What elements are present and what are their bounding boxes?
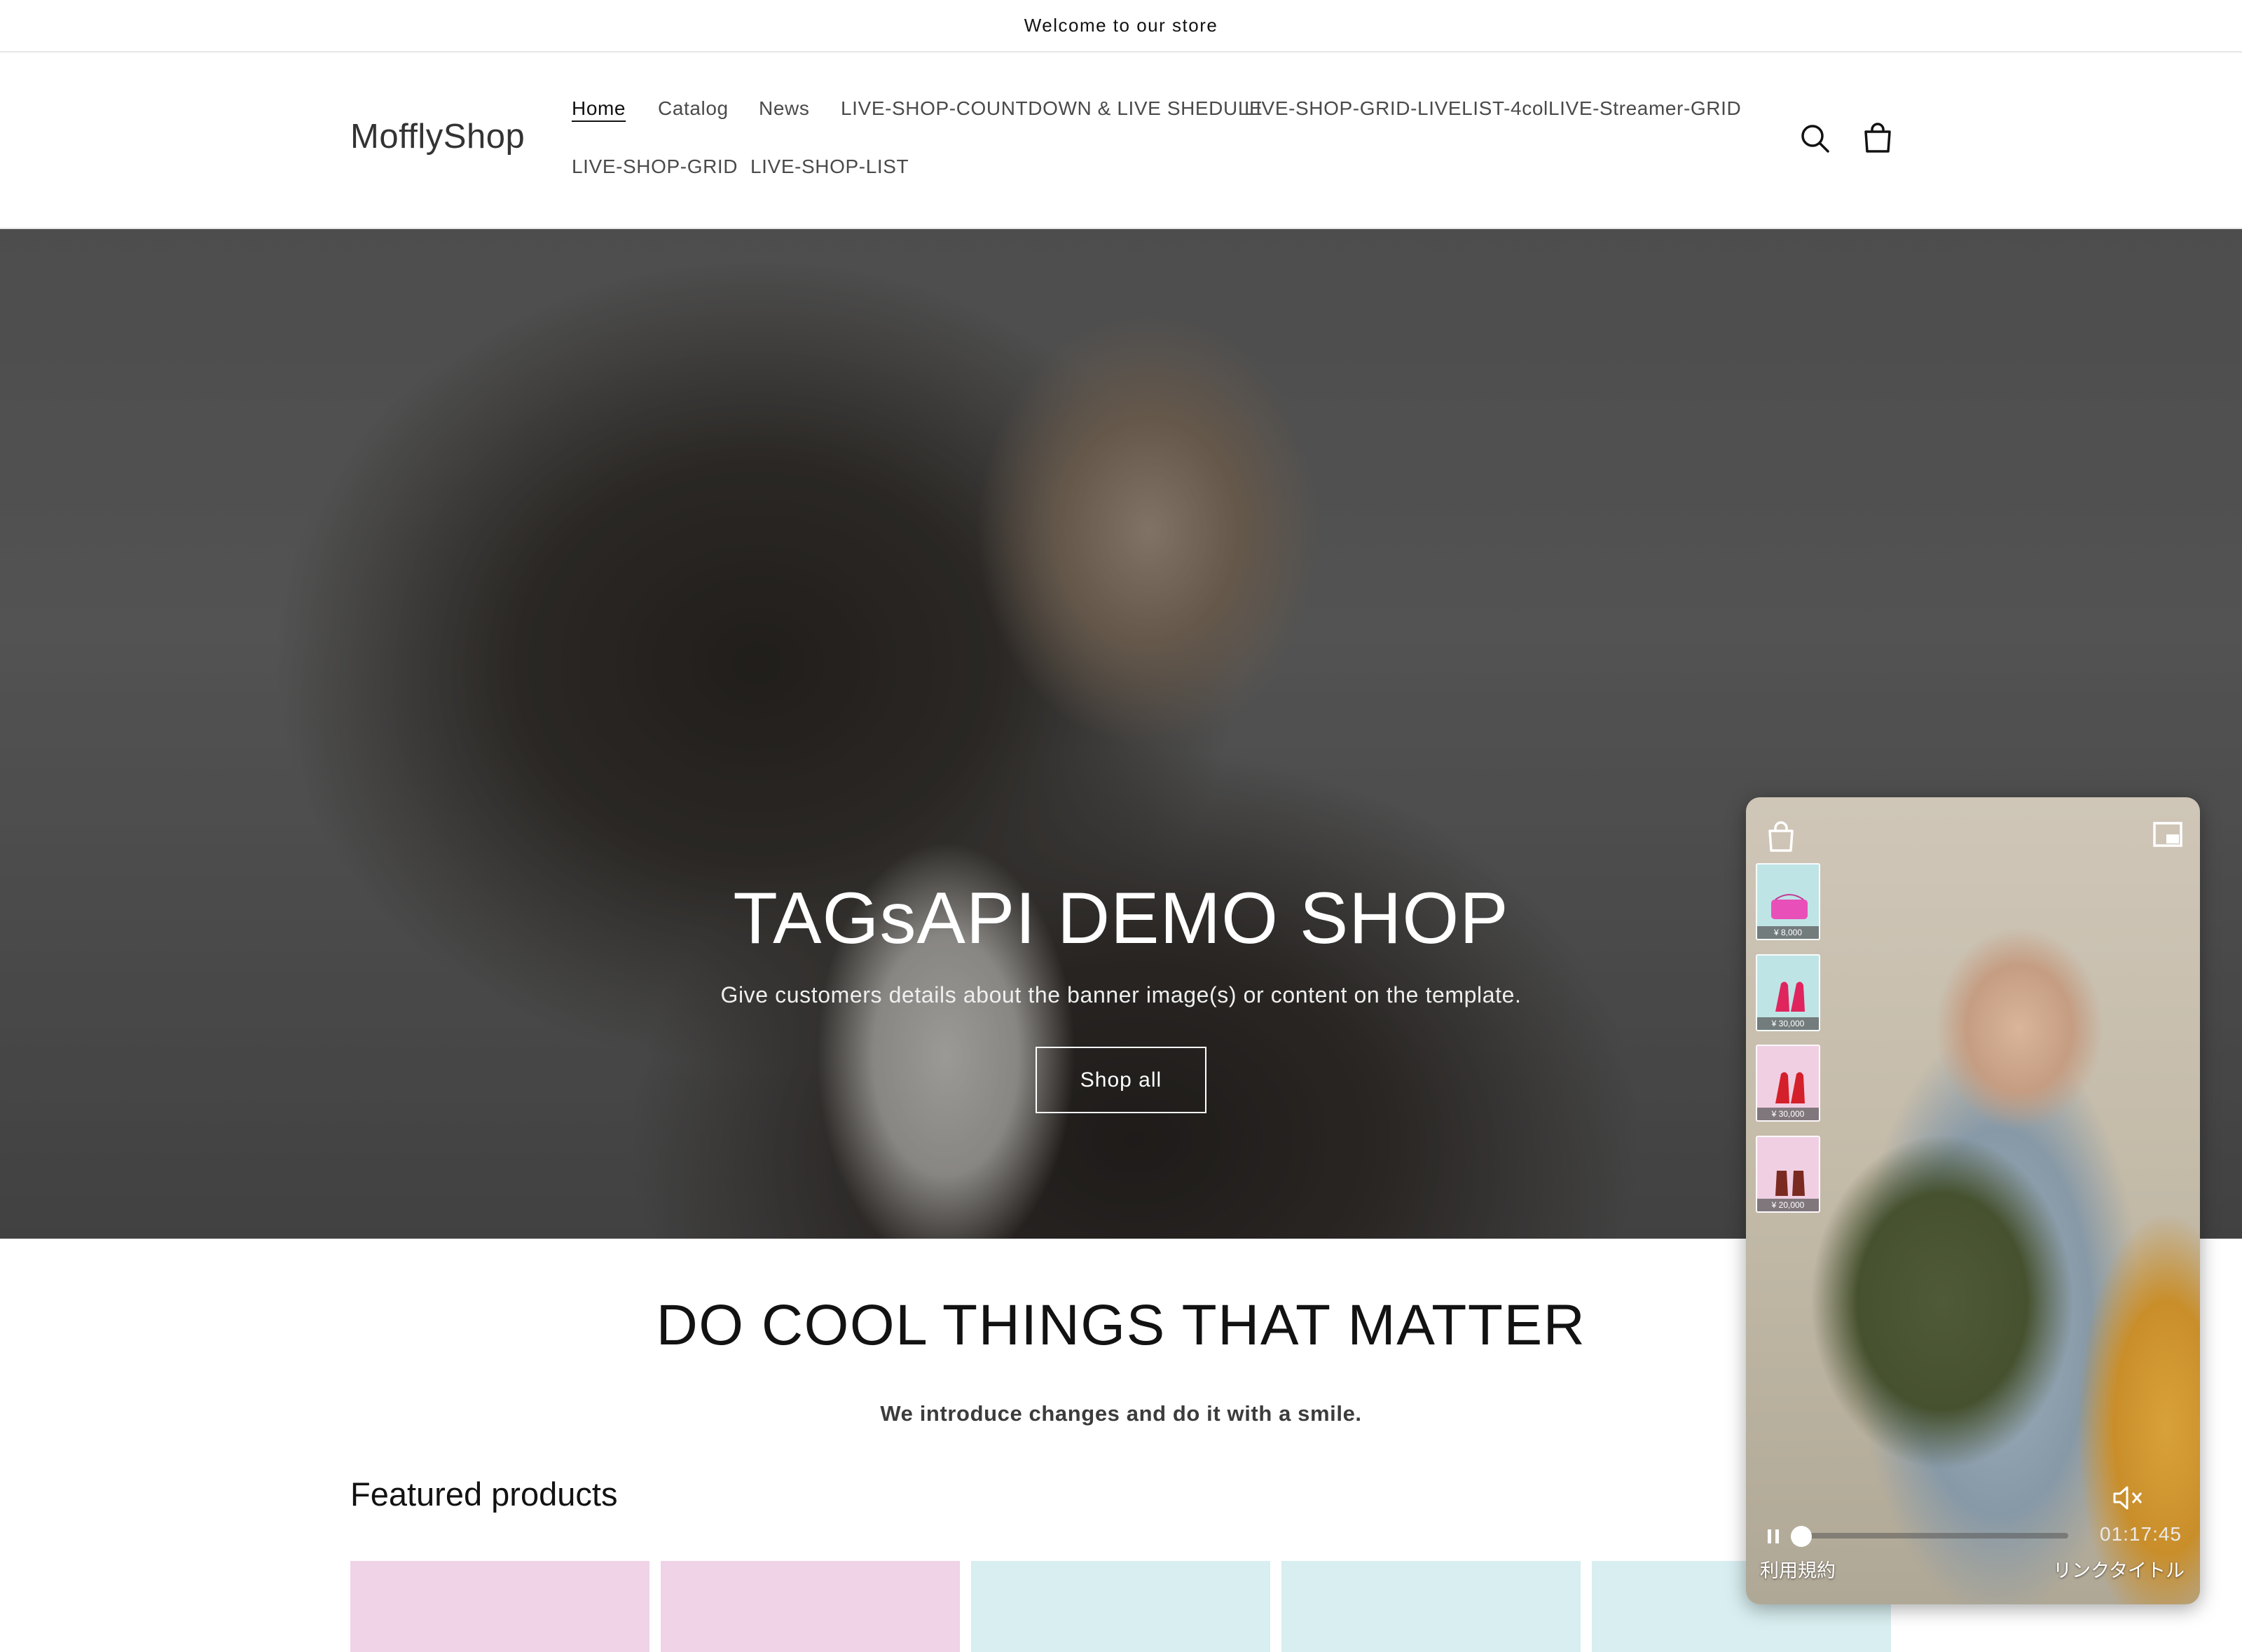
cart-icon[interactable]: [1858, 119, 1897, 158]
featured-products-title: Featured products: [350, 1475, 618, 1513]
nav-item-catalog[interactable]: Catalog: [658, 97, 729, 120]
terms-link[interactable]: 利用規約: [1760, 1555, 1836, 1583]
nav-item-live-shop-grid-livelist[interactable]: LIVE-SHOP-GRID-LIVELIST-4col: [1244, 97, 1548, 120]
video-time: 01:17:45: [2100, 1523, 2182, 1545]
search-icon[interactable]: [1796, 119, 1835, 158]
nav-item-live-shop-countdown[interactable]: LIVE-SHOP-COUNTDOWN & LIVE SHEDULE: [841, 97, 1263, 120]
nav-item-news[interactable]: News: [759, 97, 809, 120]
hero-banner: TAGsAPI DEMO SHOP Give customers details…: [0, 229, 2242, 1239]
product-card[interactable]: [350, 1561, 649, 1652]
product-card[interactable]: [971, 1561, 1270, 1652]
announcement-bar: Welcome to our store: [0, 0, 2242, 53]
nav-item-home[interactable]: Home: [572, 97, 626, 120]
product-card[interactable]: [1281, 1561, 1581, 1652]
site-header: MofflyShop Home Catalog News LIVE-SHOP-C…: [0, 53, 2242, 229]
nav-item-live-shop-list[interactable]: LIVE-SHOP-LIST: [750, 156, 909, 178]
nav-item-live-streamer-grid[interactable]: LIVE-Streamer-GRID: [1548, 97, 1741, 120]
hero-title: TAGsAPI DEMO SHOP: [733, 878, 1509, 959]
store-logo[interactable]: MofflyShop: [350, 117, 525, 156]
hero-subtitle: Give customers details about the banner …: [720, 982, 1522, 1007]
link-title[interactable]: リンクタイトル: [2053, 1555, 2185, 1583]
shop-all-button[interactable]: Shop all: [1036, 1047, 1206, 1113]
video-progress-bar[interactable]: [1795, 1533, 2068, 1539]
announcement-text: Welcome to our store: [1024, 15, 1218, 36]
nav-item-live-shop-grid[interactable]: LIVE-SHOP-GRID: [572, 156, 738, 178]
video-progress-knob[interactable]: [1791, 1526, 1812, 1547]
mute-icon[interactable]: [2112, 1484, 2147, 1512]
hero-content: TAGsAPI DEMO SHOP Give customers details…: [0, 229, 2242, 1239]
pause-icon[interactable]: [1763, 1526, 1784, 1547]
product-card[interactable]: [661, 1561, 960, 1652]
